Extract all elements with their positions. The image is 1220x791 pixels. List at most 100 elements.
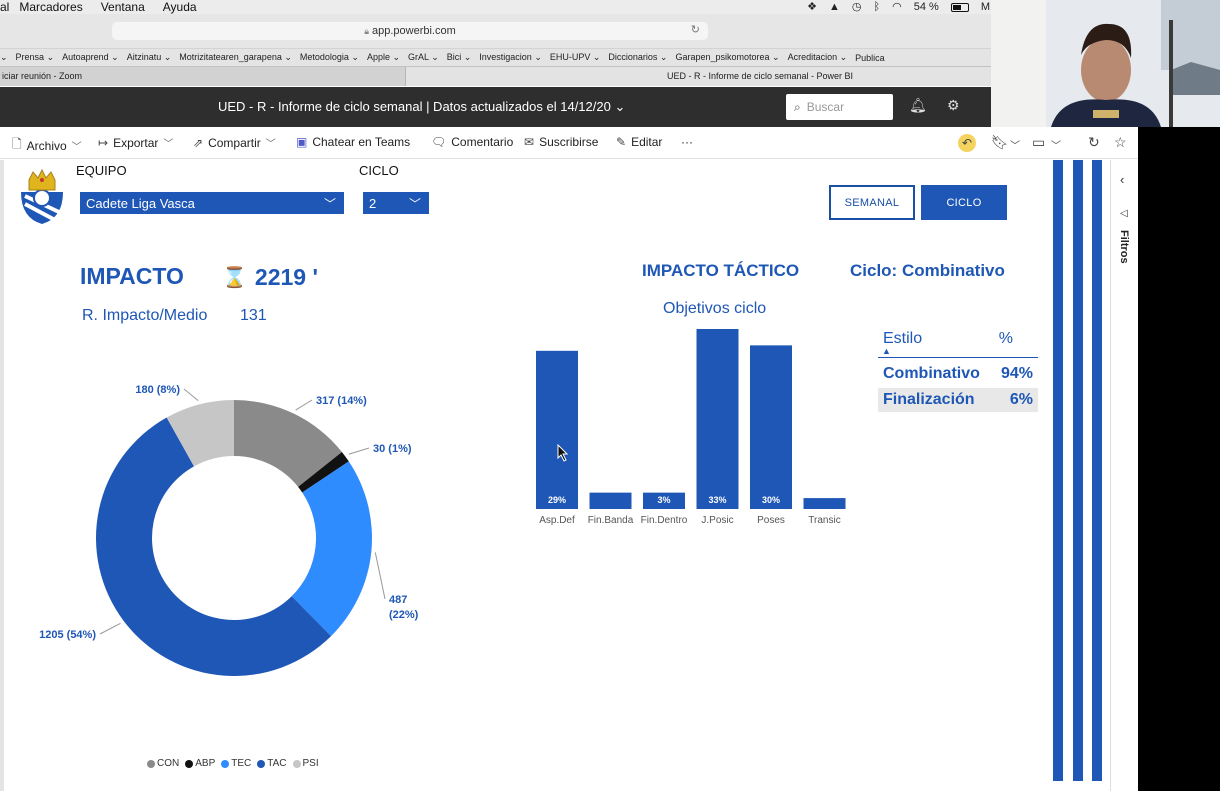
file-icon: 🗋 <box>12 137 22 151</box>
legend-label: TEC <box>231 758 252 769</box>
filters-pane[interactable]: ‹ ◁ Filtros <box>1110 160 1138 791</box>
menu-item-ayuda[interactable]: Ayuda <box>163 0 197 14</box>
bar-transic[interactable] <box>803 498 846 509</box>
bookmark-arrow[interactable]: ⌄ <box>0 52 8 63</box>
bookmark-item[interactable]: Aitzinatu ⌄ <box>127 52 172 63</box>
teams-button[interactable]: ▣ Chatear en Teams <box>296 135 410 149</box>
search-icon: ⌕ <box>794 99 801 114</box>
menu-item-app[interactable]: al <box>0 0 9 14</box>
search-input[interactable]: ⌕ Buscar <box>786 94 893 120</box>
ciclo-label: CICLO <box>359 163 399 178</box>
bookmark-item[interactable]: EHU-UPV ⌄ <box>550 52 601 63</box>
bookmark-item[interactable]: Prensa ⌄ <box>16 52 55 63</box>
exportar-label: Exportar <box>113 135 159 150</box>
subscribe-button[interactable]: ✉ Suscribirse <box>524 135 598 149</box>
equipo-dropdown[interactable]: Cadete Liga Vasca ﹀ <box>80 192 344 214</box>
bluetooth-icon[interactable]: ᛒ <box>874 0 881 14</box>
mail-icon: ✉ <box>524 135 535 149</box>
more-options-button[interactable]: ··· <box>681 135 693 149</box>
report-title[interactable]: UED - R - Informe de ciclo semanal | Dat… <box>218 99 625 115</box>
bookmark-item[interactable]: Investigacion ⌄ <box>479 52 542 63</box>
search-placeholder: Buscar <box>806 100 845 114</box>
chevron-down-icon[interactable]: ﹀ <box>1010 137 1020 152</box>
filter-icon: ◁ <box>1120 208 1128 219</box>
edit-button[interactable]: ✎ Editar <box>616 135 662 149</box>
view-icon[interactable]: ▭ <box>1032 134 1045 151</box>
legend-label: ABP <box>195 758 216 769</box>
legend-item-con[interactable]: CON <box>147 758 179 769</box>
reset-button[interactable]: ↶ <box>958 134 976 152</box>
donut-data-label: 487 <box>389 594 407 606</box>
equipo-label: EQUIPO <box>76 163 127 178</box>
exportar-menu[interactable]: ↦ Exportar ﹀ <box>98 135 173 151</box>
reload-icon[interactable]: ↻ <box>691 23 700 36</box>
estilo-value: 94% <box>1000 365 1033 382</box>
bar-data-label: 30% <box>762 495 780 505</box>
undo-icon: ↶ <box>958 134 976 152</box>
legend-item-tac[interactable]: TAC <box>257 758 287 769</box>
bar-data-label: 29% <box>548 495 566 505</box>
bookmark-item[interactable]: Acreditacion ⌄ <box>788 52 848 63</box>
bookmark-item[interactable]: Garapen_psikomotorea ⌄ <box>675 52 779 63</box>
bookmark-item[interactable]: Motrizitatearen_garapena ⌄ <box>179 52 292 63</box>
clock[interactable]: M <box>981 0 990 14</box>
archivo-menu[interactable]: 🗋 Archivo ﹀ <box>12 135 82 156</box>
archivo-label: Archivo <box>26 138 67 153</box>
impacto-medio-value: 131 <box>240 307 267 324</box>
compartir-menu[interactable]: ⇗ Compartir ﹀ <box>193 135 276 151</box>
semanal-button[interactable]: SEMANAL <box>829 185 915 220</box>
legend-item-psi[interactable]: PSI <box>292 758 319 769</box>
webcam-video <box>991 0 1220 127</box>
refresh-icon[interactable]: ↻ <box>1088 134 1100 151</box>
bar-asp-def[interactable] <box>536 350 578 509</box>
estilo-row[interactable]: Finalización 6% <box>878 388 1038 412</box>
dropbox-icon[interactable]: ❖ <box>807 0 817 14</box>
ciclo-button[interactable]: CICLO <box>921 185 1007 220</box>
ciclo-dropdown[interactable]: 2 ﹀ <box>363 192 429 214</box>
legend-item-abp[interactable]: ABP <box>185 758 215 769</box>
pct-header[interactable]: % <box>999 330 1013 348</box>
bookmark-item[interactable]: Metodologia ⌄ <box>300 52 359 63</box>
bar-category-label: Poses <box>757 515 785 526</box>
chevron-down-icon: ﹀ <box>71 142 82 153</box>
equipo-value: Cadete Liga Vasca <box>86 195 195 211</box>
decorative-stripes <box>1053 160 1103 781</box>
legend-dot <box>221 759 230 768</box>
bookmark-item[interactable]: Apple ⌄ <box>367 52 400 63</box>
bar-category-label: Transic <box>808 515 840 526</box>
bar-poses[interactable] <box>750 345 792 509</box>
battery-icon[interactable] <box>950 2 969 12</box>
wifi-icon[interactable]: ◠ <box>892 0 902 14</box>
sort-indicator: ▲ <box>878 346 1038 358</box>
bookmark-item[interactable]: Autoaprend ⌄ <box>62 52 119 63</box>
estilo-row[interactable]: Combinativo 94% <box>878 362 1038 386</box>
bookmark-item[interactable]: Publica <box>855 53 885 63</box>
legend-item-tec[interactable]: TEC <box>221 758 251 769</box>
tab-zoom[interactable]: iciar reunión - Zoom <box>0 67 406 86</box>
menu-item-marcadores[interactable]: Marcadores <box>19 0 82 14</box>
favorite-icon[interactable]: ☆ <box>1114 134 1127 151</box>
comment-button[interactable]: 🗨︎ Comentario <box>431 135 513 149</box>
impacto-title: IMPACTO <box>80 263 184 289</box>
report-toolbar: 🗋 Archivo ﹀ ↦ Exportar ﹀ ⇗ Compartir ﹀ ▣… <box>0 127 1138 159</box>
menu-item-ventana[interactable]: Ventana <box>101 0 145 14</box>
address-bar[interactable]: 🔒︎ app.powerbi.com ↻ <box>112 22 708 40</box>
time-machine-icon[interactable]: ◷ <box>852 0 862 14</box>
settings-icon[interactable]: ⚙ <box>947 97 960 114</box>
bar-j-posic[interactable] <box>696 329 739 509</box>
editar-label: Editar <box>631 135 663 149</box>
impacto-medio-label: R. Impacto/Medio <box>82 307 208 324</box>
chevron-down-icon[interactable]: ﹀ <box>1051 137 1061 152</box>
bar-fin-banda[interactable] <box>589 492 632 509</box>
bookmark-item[interactable]: Bici ⌄ <box>447 52 472 63</box>
estilo-table: Estilo % ▲ Combinativo 94% Finalización … <box>878 328 1038 412</box>
impacto-donut-chart: 317 (14%) 30 (1%) 487 (22%) 1205 (54%) 180 (8… <box>39 384 419 676</box>
export-icon: ↦ <box>98 135 109 150</box>
bookmark-item[interactable]: Diccionarios ⌄ <box>608 52 667 63</box>
drive-icon[interactable]: ▲ <box>829 0 840 14</box>
bookmark-item[interactable]: GrAL ⌄ <box>408 52 439 63</box>
team-logo <box>21 168 63 224</box>
notifications-icon[interactable]: 🔔︎ <box>909 97 927 114</box>
collapse-icon[interactable]: ‹ <box>1120 172 1124 187</box>
bookmark-icon[interactable]: 🔖︎ <box>991 134 1009 151</box>
